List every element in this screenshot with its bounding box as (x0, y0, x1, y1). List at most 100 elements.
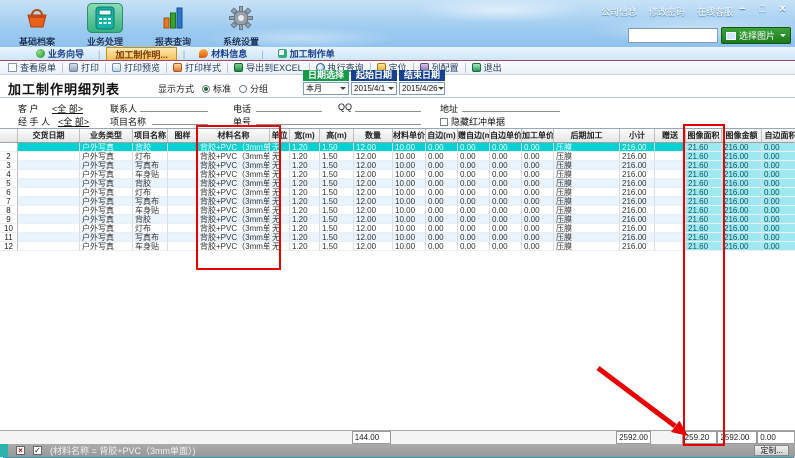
grid-cell (168, 179, 198, 188)
tab-separator: | (183, 49, 185, 59)
end-date-select[interactable]: 2015/4/26 (399, 82, 445, 95)
minimize-button[interactable]: − (736, 3, 749, 15)
clear-filter-button[interactable]: × (16, 446, 25, 455)
top-link[interactable]: 公司信息 (601, 5, 637, 18)
chevron-down-icon (340, 87, 346, 93)
row-number-cell: 4 (0, 170, 18, 179)
radio-standard[interactable]: 标准 (202, 82, 231, 95)
summary-empty-cell (519, 431, 551, 444)
start-date-select[interactable]: 2015/4/1 (351, 82, 397, 95)
header-cell-材料单价[interactable]: 材料单价 (393, 129, 426, 142)
toolbar-导出到EXCEL[interactable]: 导出到EXCEL (230, 61, 307, 74)
header-cell-自边单价[interactable]: 自边单价 (490, 129, 522, 142)
handler-value[interactable]: <全 部> (58, 115, 89, 128)
header-cell-图样[interactable]: 图样 (168, 129, 198, 142)
grid-cell: 无 (270, 143, 290, 152)
summary-empty-cell (423, 431, 455, 444)
header-cell-宽(m)[interactable]: 宽(m) (290, 129, 320, 142)
top-link[interactable]: 修改密码 (649, 5, 685, 18)
tab-材料信息[interactable]: 材料信息 (191, 47, 255, 60)
toolbar-打印预览[interactable]: 打印预览 (108, 61, 164, 74)
header-cell-业务类型[interactable]: 业务类型 (80, 129, 133, 142)
customize-filter-button[interactable]: 定制... (754, 445, 789, 456)
table-row[interactable]: 10户外写真灯布背胶+PVC（3mm单面）无1.201.5012.0010.00… (0, 224, 795, 233)
toolbar-退出[interactable]: 退出 (468, 61, 506, 74)
header-cell-赠自边(m)[interactable]: 赠自边(m) (458, 129, 490, 142)
grid-cell: 216.00 (620, 242, 655, 251)
header-cell-小计[interactable]: 小计 (620, 129, 655, 142)
qq-input[interactable] (355, 102, 421, 112)
radio-grouped[interactable]: 分组 (239, 82, 268, 95)
table-row[interactable]: 5户外写真背胶背胶+PVC（3mm单面）无1.201.5012.0010.000… (0, 179, 795, 188)
grid-cell: 0.00 (458, 224, 490, 233)
row-number-cell: 8 (0, 206, 18, 215)
phone-input[interactable] (256, 102, 322, 112)
table-row[interactable]: 8户外写真车身贴背胶+PVC（3mm单面）无1.201.5012.0010.00… (0, 206, 795, 215)
project-input[interactable] (152, 115, 208, 125)
contact-input[interactable] (140, 102, 208, 112)
customer-value[interactable]: <全 部> (52, 102, 83, 115)
header-cell-自边(m)[interactable]: 自边(m) (426, 129, 458, 142)
tab-业务向导[interactable]: 业务向导 (28, 47, 92, 60)
tab-bar: 业务向导|加工制作明...|材料信息|加工制作单 (0, 47, 795, 61)
summary-empty-cell (487, 431, 519, 444)
header-cell-项目名称[interactable]: 项目名称 (133, 129, 168, 142)
grid-cell: 0.00 (458, 152, 490, 161)
header-cell-数量[interactable]: 数量 (354, 129, 393, 142)
toolbar-查看原单[interactable]: 查看原单 (4, 61, 60, 74)
header-cell-交货日期[interactable]: 交货日期 (18, 129, 80, 142)
module-基础档案[interactable]: 基础档案 (10, 3, 64, 48)
grid-cell: 无 (270, 197, 290, 206)
grid-cell: 灯布 (133, 188, 168, 197)
header-cell-材料名称[interactable]: 材料名称 (198, 129, 270, 142)
hide-red-checkbox[interactable]: 隐藏红冲单据 (440, 115, 505, 128)
header-cell-自边面积[interactable]: 自边面积 (762, 129, 795, 142)
header-cell-加工单价[interactable]: 加工单价 (522, 129, 554, 142)
address-input[interactable] (462, 102, 560, 112)
table-row[interactable]: 11户外写真写真布背胶+PVC（3mm单面）无1.201.5012.0010.0… (0, 233, 795, 242)
grid-cell: 21.60 (686, 233, 722, 242)
grid-cell: 0.00 (522, 152, 554, 161)
grid-cell: 1.20 (290, 143, 320, 152)
table-row[interactable]: 6户外写真灯布背胶+PVC（3mm单面）无1.201.5012.0010.000… (0, 188, 795, 197)
grid-cell (655, 215, 686, 224)
table-row[interactable]: 4户外写真车身贴背胶+PVC（3mm单面）无1.201.5012.0010.00… (0, 170, 795, 179)
table-row[interactable]: 2户外写真灯布背胶+PVC（3mm单面）无1.201.5012.0010.000… (0, 152, 795, 161)
title-row: 加工制作明细列表 显示方式 标准 分组 日期选择 本月 起始日期 (0, 75, 795, 98)
table-row[interactable]: 12户外写真车身贴背胶+PVC（3mm单面）无1.201.5012.0010.0… (0, 242, 795, 251)
top-link[interactable]: 在线客服 (697, 5, 733, 18)
table-row[interactable]: 7户外写真写真布背胶+PVC（3mm单面）无1.201.5012.0010.00… (0, 197, 795, 206)
date-mode-select[interactable]: 本月 (303, 82, 349, 95)
toolbar-打印[interactable]: 打印 (65, 61, 103, 74)
header-cell-图像金额[interactable]: 图像金额 (722, 129, 762, 142)
module-报表查询[interactable]: 报表查询 (146, 3, 200, 48)
header-cell-后期加工[interactable]: 后期加工 (554, 129, 620, 142)
handler-label: 经 手 人 (18, 115, 50, 128)
tab-加工制作单[interactable]: 加工制作单 (270, 47, 343, 60)
close-button[interactable]: × (776, 3, 789, 15)
tab-加工制作明[interactable]: 加工制作明... (106, 47, 177, 60)
select-picture-button[interactable]: 选择图片 (721, 27, 791, 44)
header-cell-赠送[interactable]: 赠送 (655, 129, 686, 142)
header-cell-图像面积[interactable]: 图像面积 (686, 129, 722, 142)
summary-empty-cell (132, 431, 167, 444)
header-cell-row-indicator[interactable] (0, 129, 18, 142)
header-cell-高(m)[interactable]: 高(m) (320, 129, 354, 142)
filter-enabled-checkbox[interactable]: ✓ (33, 446, 42, 455)
grid-cell: 0.00 (522, 170, 554, 179)
orderno-input[interactable] (256, 115, 421, 125)
maximize-button[interactable]: □ (756, 3, 769, 15)
module-系统设置[interactable]: 系统设置 (214, 3, 268, 48)
table-row[interactable]: 9户外写真背胶背胶+PVC（3mm单面）无1.201.5012.0010.000… (0, 215, 795, 224)
grid-cell: 0.00 (426, 224, 458, 233)
search-input[interactable] (628, 28, 718, 43)
toolbar-打印样式[interactable]: 打印样式 (169, 61, 225, 74)
grid-cell: 0.00 (490, 242, 522, 251)
module-业务处理[interactable]: 业务处理 (78, 3, 132, 48)
grid-cell: 0.00 (490, 206, 522, 215)
grid-cell: 压膜 (554, 233, 620, 242)
table-row[interactable]: 3户外写真写真布背胶+PVC（3mm单面）无1.201.5012.0010.00… (0, 161, 795, 170)
table-row[interactable]: 1户外写真背胶背胶+PVC（3mm单面）无1.201.5012.0010.000… (0, 143, 795, 152)
header-cell-单位[interactable]: 单位 (270, 129, 290, 142)
grid-cell: 21.60 (686, 143, 722, 152)
